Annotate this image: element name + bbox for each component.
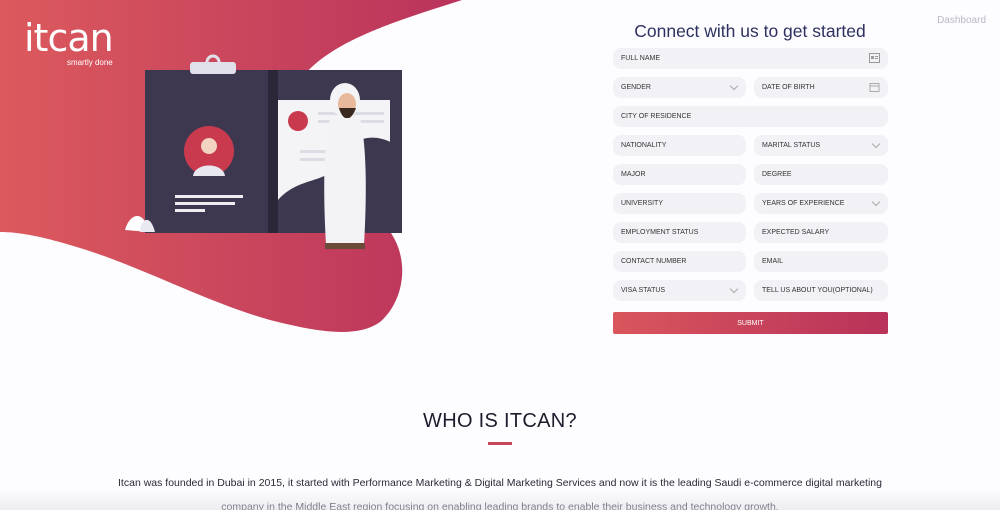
- brand-logo[interactable]: itcan smartly done: [24, 16, 114, 67]
- marital-status-select[interactable]: MARITAL STATUS: [754, 135, 888, 156]
- logo-tagline: smartly done: [66, 58, 113, 67]
- text-line: [175, 195, 243, 198]
- full-name-field[interactable]: [613, 48, 888, 69]
- university-input[interactable]: [621, 200, 746, 207]
- man-feet: [325, 243, 365, 249]
- gender-label: GENDER: [621, 84, 651, 91]
- calendar-icon: [869, 83, 880, 92]
- marital-status-label: MARITAL STATUS: [762, 142, 821, 149]
- dob-label: DATE OF BIRTH: [762, 84, 815, 91]
- experience-select[interactable]: YEARS OF EXPERIENCE: [754, 193, 888, 214]
- email-field[interactable]: [754, 251, 888, 272]
- full-name-input[interactable]: [621, 55, 888, 62]
- dob-field[interactable]: DATE OF BIRTH: [754, 77, 888, 98]
- nationality-field[interactable]: [613, 135, 746, 156]
- submit-button[interactable]: SUBMIT: [613, 312, 888, 334]
- employment-status-field[interactable]: [613, 222, 746, 243]
- experience-label: YEARS OF EXPERIENCE: [762, 200, 845, 207]
- degree-input[interactable]: [762, 171, 888, 178]
- city-field[interactable]: [613, 106, 888, 127]
- expected-salary-input[interactable]: [762, 229, 888, 236]
- form-title: Connect with us to get started: [634, 21, 866, 41]
- gender-select[interactable]: GENDER: [613, 77, 746, 98]
- city-input[interactable]: [621, 113, 888, 120]
- degree-field[interactable]: [754, 164, 888, 185]
- expected-salary-field[interactable]: [754, 222, 888, 243]
- text-line: [175, 202, 235, 205]
- chevron-down-icon: [729, 81, 739, 91]
- dashboard-link[interactable]: Dashboard: [937, 15, 986, 26]
- visa-status-label: VISA STATUS: [621, 287, 666, 294]
- text-line: [175, 209, 205, 212]
- about-title: WHO IS ITCAN?: [423, 410, 577, 432]
- id-card-icon: [869, 53, 880, 63]
- about-you-field[interactable]: [754, 280, 888, 301]
- visa-status-select[interactable]: VISA STATUS: [613, 280, 746, 301]
- title-underline: [488, 442, 512, 445]
- major-input[interactable]: [621, 171, 746, 178]
- about-text: Itcan was founded in Dubai in 2015, it s…: [118, 477, 882, 510]
- chevron-down-icon: [729, 284, 739, 294]
- avatar-face: [201, 138, 217, 154]
- clipboard-divider: [268, 70, 278, 233]
- email-input[interactable]: [762, 258, 888, 265]
- chevron-down-icon: [871, 139, 881, 149]
- contact-number-input[interactable]: [621, 258, 746, 265]
- man-robe: [324, 118, 366, 245]
- university-field[interactable]: [613, 193, 746, 214]
- contact-number-field[interactable]: [613, 251, 746, 272]
- employment-status-input[interactable]: [621, 229, 746, 236]
- blood-drop-icon: [288, 111, 308, 131]
- nationality-input[interactable]: [621, 142, 746, 149]
- logo-wordmark: itcan: [24, 16, 114, 60]
- about-you-input[interactable]: [762, 287, 888, 294]
- major-field[interactable]: [613, 164, 746, 185]
- chevron-down-icon: [871, 197, 881, 207]
